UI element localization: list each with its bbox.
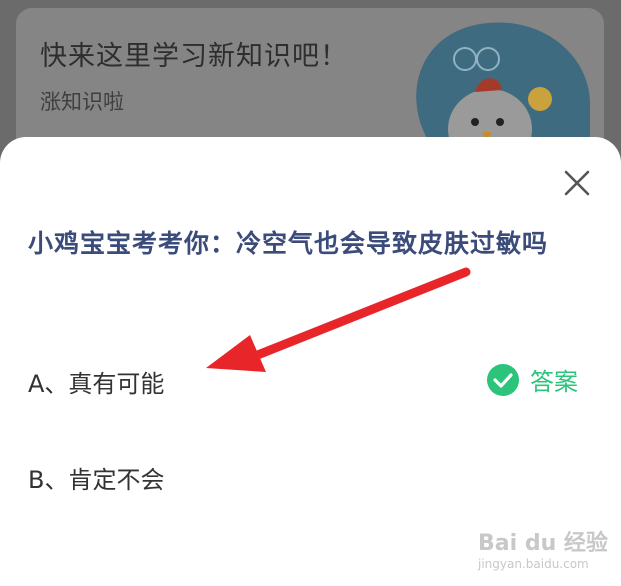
close-icon[interactable] (561, 167, 593, 199)
banner-subtitle: 涨知识啦 (40, 90, 124, 114)
baidu-watermark: Bai du 经验 (478, 531, 608, 556)
answer-label: 答案 (530, 368, 578, 396)
option-b[interactable]: B、肯定不会 (28, 460, 164, 495)
check-circle-icon (487, 363, 519, 396)
baidu-watermark-url: jingyan.baidu.com (478, 557, 589, 571)
option-a[interactable]: A、真有可能 (28, 364, 164, 399)
quiz-question: 小鸡宝宝考考你：冷空气也会导致皮肤过敏吗 (28, 229, 549, 258)
answer-indicator: 答案 (486, 362, 578, 397)
banner-title: 快来这里学习新知识吧！ (40, 41, 348, 72)
chick-mascot-illustration (416, 22, 590, 144)
